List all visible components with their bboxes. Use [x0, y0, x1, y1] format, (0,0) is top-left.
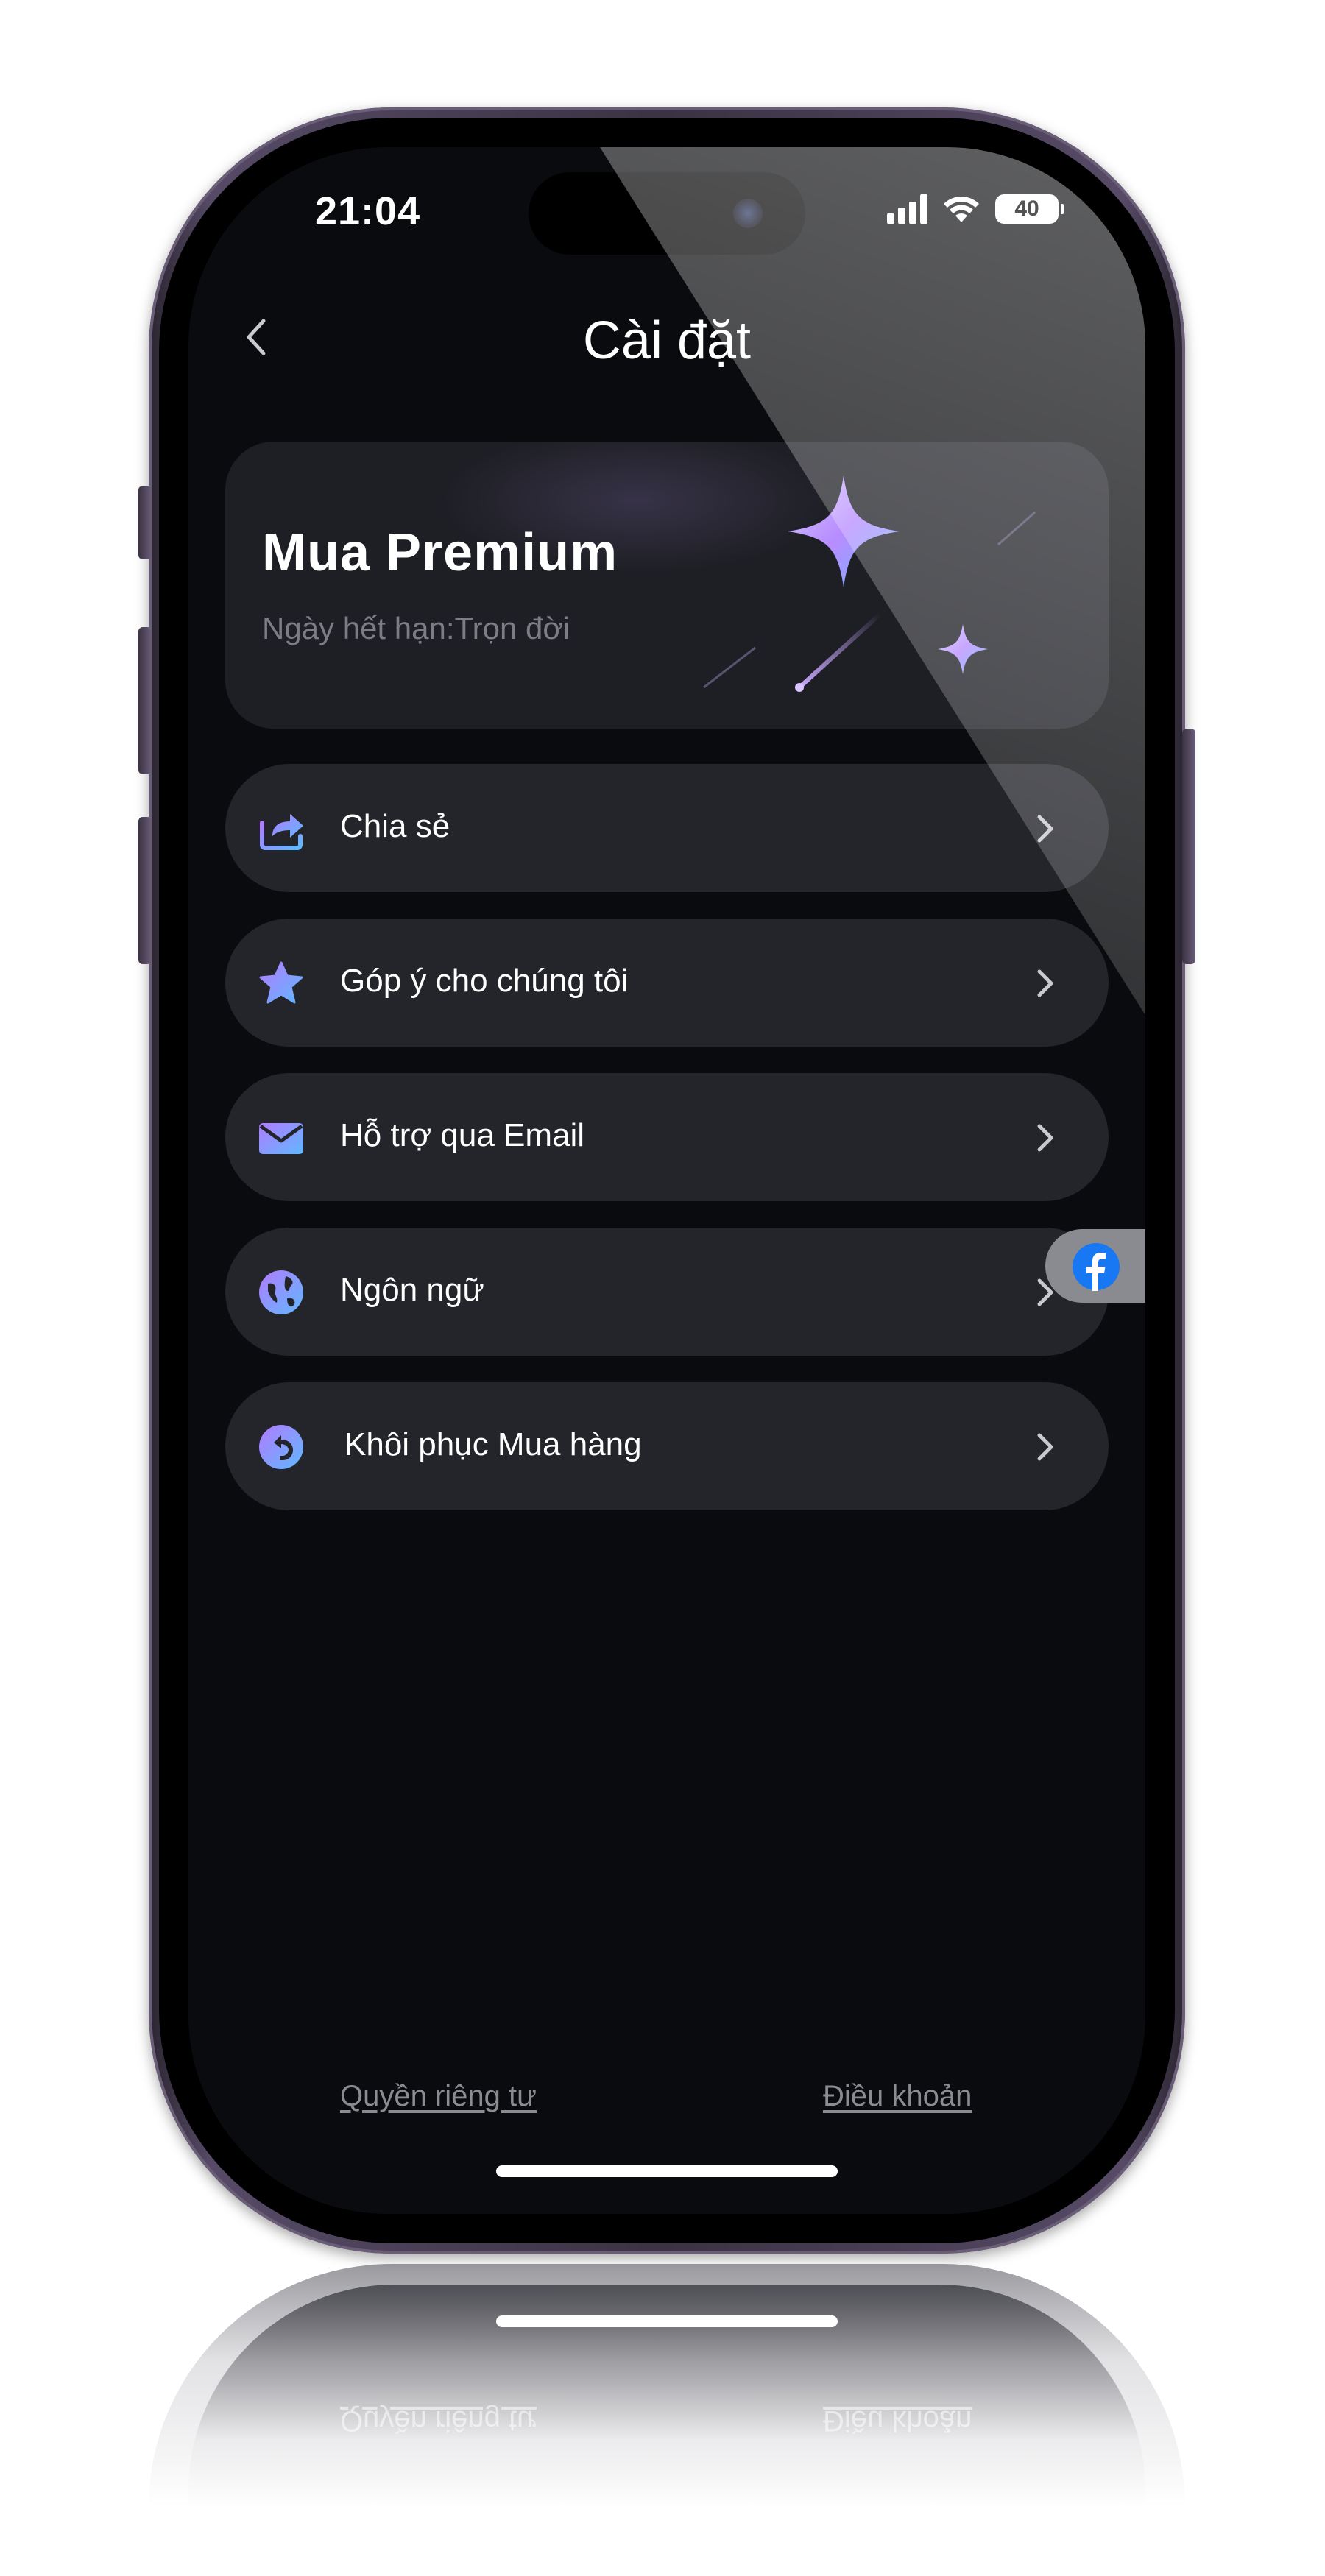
- premium-card[interactable]: Mua Premium Ngày hết hạn:Trọn đời: [225, 442, 1109, 729]
- action-button: [138, 486, 152, 559]
- facebook-icon: [1073, 1243, 1120, 1291]
- app-screen: 21:04 40 Cài đặt Mua Premium Ngày hết hạ…: [188, 147, 1145, 2214]
- sparkle-icon: [703, 475, 1036, 692]
- restore-icon: [259, 1425, 303, 1469]
- menu-label: Khôi phục Mua hàng: [344, 1426, 642, 1462]
- mockup-stage: 21:04 40 Cài đặt Mua Premium Ngày hết hạ…: [0, 0, 1325, 2576]
- menu-label: Góp ý cho chúng tôi: [340, 963, 629, 999]
- menu-label: Hỗ trợ qua Email: [340, 1117, 585, 1153]
- mail-icon: [259, 1123, 303, 1154]
- premium-expiry: Ngày hết hạn:Trọn đời: [262, 611, 570, 645]
- menu-label: Chia sẻ: [340, 808, 451, 844]
- chevron-right-icon: [1037, 815, 1053, 843]
- reflection-home-indicator: [496, 2315, 838, 2327]
- status-icons: 40: [887, 194, 1064, 224]
- page-title: Cài đặt: [582, 311, 752, 370]
- power-button: [1182, 729, 1195, 964]
- menu-item-feedback[interactable]: Góp ý cho chúng tôi: [225, 919, 1109, 1047]
- menu-item-email-support[interactable]: Hỗ trợ qua Email: [225, 1073, 1109, 1201]
- battery-icon: 40: [995, 194, 1064, 224]
- reflection-privacy-text: Quyền riêng tư: [340, 2405, 537, 2437]
- camera-icon: [733, 199, 763, 228]
- privacy-link[interactable]: Quyền riêng tư: [340, 2080, 537, 2113]
- chevron-right-icon: [1037, 969, 1053, 997]
- chevron-right-icon: [1037, 1124, 1053, 1152]
- globe-icon: [259, 1270, 303, 1314]
- terms-link[interactable]: Điều khoản: [823, 2080, 972, 2113]
- menu-item-restore-purchase[interactable]: Khôi phục Mua hàng: [225, 1382, 1109, 1510]
- dynamic-island: [529, 172, 805, 255]
- home-indicator: [496, 2165, 838, 2177]
- chevron-right-icon: [1037, 1433, 1053, 1461]
- volume-up-button: [138, 627, 152, 774]
- status-time: 21:04: [315, 189, 421, 233]
- wifi-icon: [944, 197, 979, 222]
- menu-item-language[interactable]: Ngôn ngữ: [225, 1228, 1109, 1356]
- phone-reflection: Quyền riêng tư Điều khoản: [149, 2264, 1185, 2507]
- facebook-bubble[interactable]: [1045, 1229, 1145, 1303]
- menu-item-share[interactable]: Chia sẻ: [225, 764, 1109, 892]
- premium-title: Mua Premium: [262, 523, 618, 582]
- volume-down-button: [138, 817, 152, 964]
- menu-label: Ngôn ngữ: [340, 1272, 484, 1308]
- reflection-terms-text: Điều khoản: [823, 2405, 972, 2437]
- share-icon: [260, 814, 303, 850]
- cellular-signal-icon: [887, 194, 928, 224]
- star-icon: [259, 961, 303, 1004]
